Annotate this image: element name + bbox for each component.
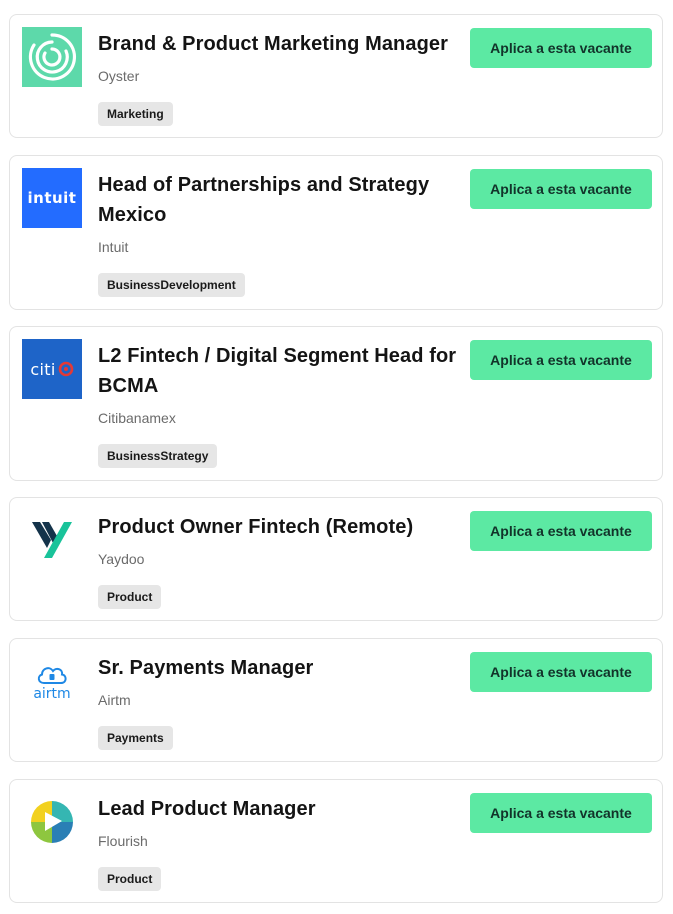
citi-wordmark-icon: citi	[30, 360, 73, 379]
company-name: Oyster	[98, 68, 140, 84]
company-logo	[22, 510, 82, 570]
category-tag: BusinessDevelopment	[98, 273, 245, 297]
citi-wordmark-text: citi	[30, 359, 56, 379]
apply-button[interactable]: Aplica a esta vacante	[470, 169, 652, 209]
job-card[interactable]: Brand & Product Marketing Manager Oyster…	[9, 14, 663, 138]
apply-button[interactable]: Aplica a esta vacante	[470, 28, 652, 68]
job-card[interactable]: airtm Sr. Payments Manager Airtm Payment…	[9, 638, 663, 762]
banamex-emblem-icon	[58, 361, 73, 377]
company-logo	[22, 792, 82, 852]
company-name: Yaydoo	[98, 551, 145, 567]
job-title[interactable]: Lead Product Manager	[98, 794, 458, 824]
intuit-wordmark-icon: intuit	[27, 189, 77, 207]
company-name: Intuit	[98, 239, 129, 255]
category-tag: BusinessStrategy	[98, 444, 218, 468]
job-title[interactable]: Product Owner Fintech (Remote)	[98, 512, 458, 542]
category-tag: Product	[98, 585, 162, 609]
apply-button[interactable]: Aplica a esta vacante	[470, 511, 652, 551]
apply-button[interactable]: Aplica a esta vacante	[470, 340, 652, 380]
airtm-cloud-icon	[37, 666, 67, 684]
company-name: Airtm	[98, 692, 131, 708]
apply-button[interactable]: Aplica a esta vacante	[470, 793, 652, 833]
yaydoo-y-icon	[32, 522, 72, 558]
flourish-circle-icon	[31, 801, 73, 843]
job-card[interactable]: citi L2 Fintech / Digital Segment Head f…	[9, 326, 663, 481]
oyster-rings-icon	[28, 33, 77, 81]
category-tag: Payments	[98, 726, 173, 750]
job-card[interactable]: Lead Product Manager Flourish Product Ap…	[9, 779, 663, 903]
job-title[interactable]: L2 Fintech / Digital Segment Head for BC…	[98, 341, 458, 401]
category-tag: Product	[98, 867, 162, 891]
company-logo: intuit	[22, 168, 82, 228]
company-name: Flourish	[98, 833, 148, 849]
job-card[interactable]: intuit Head of Partnerships and Strategy…	[9, 155, 663, 310]
apply-button[interactable]: Aplica a esta vacante	[470, 652, 652, 692]
company-logo: airtm	[22, 651, 82, 711]
airtm-wordmark: airtm	[33, 685, 71, 702]
job-card[interactable]: Product Owner Fintech (Remote) Yaydoo Pr…	[9, 497, 663, 621]
company-logo	[22, 27, 82, 87]
company-name: Citibanamex	[98, 410, 176, 426]
job-title[interactable]: Sr. Payments Manager	[98, 653, 458, 683]
job-title[interactable]: Head of Partnerships and Strategy Mexico	[98, 170, 458, 230]
company-logo: citi	[22, 339, 82, 399]
job-title[interactable]: Brand & Product Marketing Manager	[98, 29, 458, 59]
category-tag: Marketing	[98, 102, 173, 126]
